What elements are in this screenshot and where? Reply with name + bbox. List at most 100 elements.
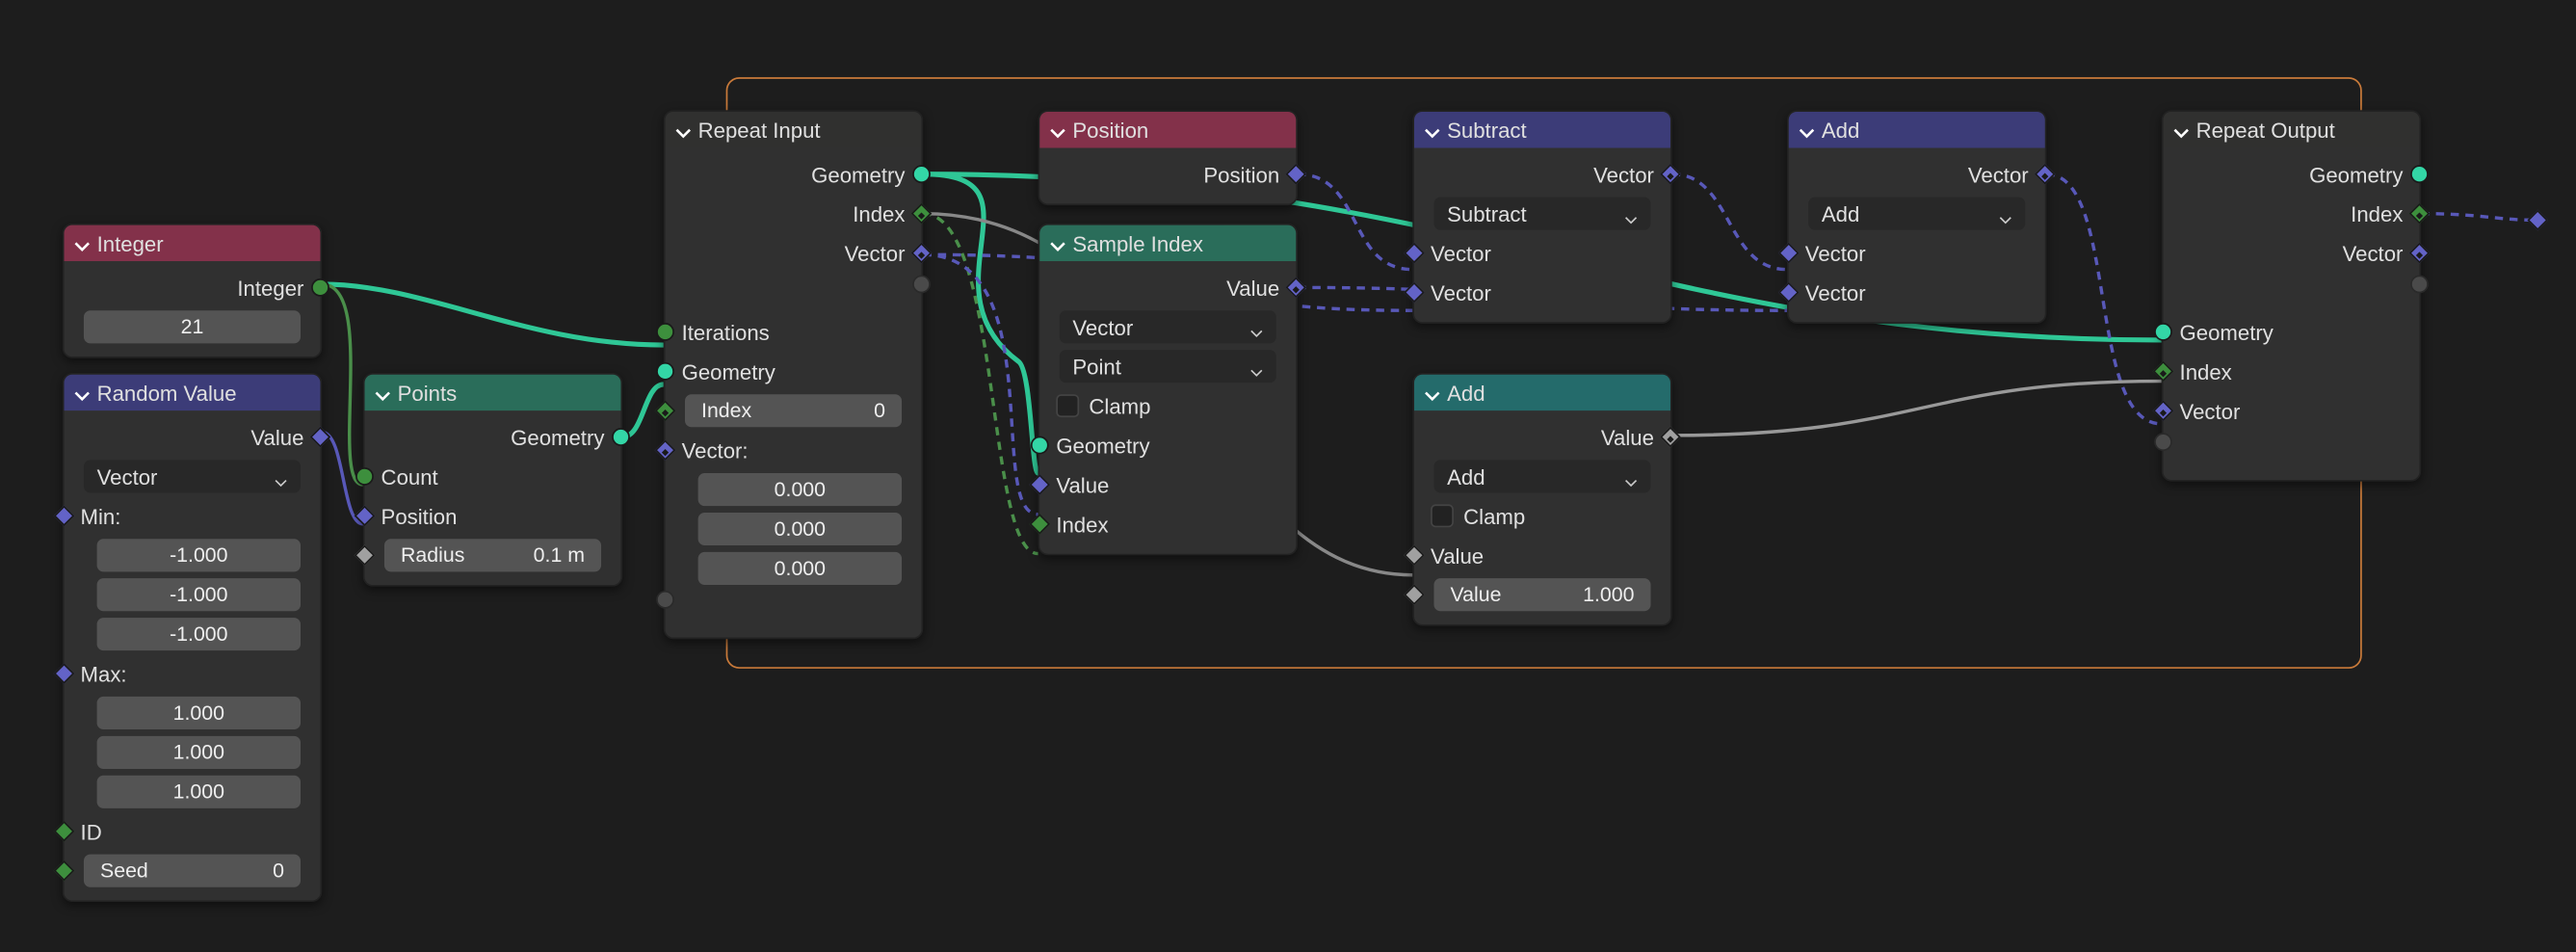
node-header[interactable]: Sample Index: [1039, 225, 1296, 262]
radius-field[interactable]: Radius 0.1 m: [384, 539, 601, 571]
output-label: Index: [853, 201, 905, 226]
operation-dropdown[interactable]: Add: [1433, 460, 1650, 492]
socket-output-index[interactable]: [2409, 203, 2431, 225]
node-random-value[interactable]: Random Value Value Vector Min: -1.000 -1…: [63, 373, 322, 902]
node-integer[interactable]: Integer Integer 21: [63, 224, 322, 358]
vec-z-field[interactable]: 0.000: [698, 552, 902, 585]
node-editor-canvas[interactable]: Integer Integer 21 Random Value Value Ve…: [0, 0, 2576, 952]
socket-input-id[interactable]: [54, 821, 75, 842]
input-label: Vector:: [682, 437, 749, 463]
radius-label: Radius: [401, 543, 464, 567]
integer-value-field[interactable]: 21: [84, 310, 301, 343]
vec-x-field[interactable]: 0.000: [698, 473, 902, 506]
clamp-checkbox[interactable]: [1056, 394, 1079, 417]
socket-output-integer[interactable]: [311, 278, 329, 297]
output-label: Integer: [237, 276, 303, 301]
output-label: Geometry: [811, 162, 905, 187]
node-header[interactable]: Add: [1414, 375, 1670, 411]
socket-input-seed[interactable]: [54, 860, 75, 882]
socket-input-iterations[interactable]: [656, 323, 674, 341]
input-label: Vector: [1431, 280, 1491, 305]
node-header[interactable]: Random Value: [64, 375, 320, 411]
node-header[interactable]: Add: [1789, 112, 2045, 148]
chevron-down-icon: [1999, 207, 2012, 221]
socket-input-radius[interactable]: [355, 544, 376, 566]
node-header[interactable]: Repeat Output: [2163, 112, 2419, 148]
index-field[interactable]: Index 0: [685, 394, 902, 427]
node-subtract[interactable]: Subtract Vector Subtract Vector Vector: [1412, 110, 1671, 324]
socket-output-geometry[interactable]: [612, 428, 630, 446]
node-add-vector[interactable]: Add Vector Add Vector Vector: [1787, 110, 2046, 324]
seed-field[interactable]: Seed 0: [84, 855, 301, 887]
operation-dropdown[interactable]: Subtract: [1433, 198, 1650, 230]
socket-input-geometry[interactable]: [2154, 323, 2172, 341]
output-label: Vector: [845, 241, 906, 266]
chevron-down-icon: [1250, 359, 1264, 373]
socket-external-vector[interactable]: [2527, 210, 2548, 231]
chevron-down-icon: [2173, 121, 2190, 138]
clamp-checkbox[interactable]: [1431, 504, 1454, 527]
node-repeat-output[interactable]: Repeat Output Geometry Index Vector Geom…: [2162, 110, 2421, 481]
output-label: Value: [1226, 276, 1279, 301]
operation-dropdown[interactable]: Add: [1808, 198, 2025, 230]
max-z-field[interactable]: 1.000: [97, 776, 301, 808]
node-header[interactable]: Position: [1039, 112, 1296, 148]
input-label: Vector: [1431, 241, 1491, 266]
node-sample-index[interactable]: Sample Index Value Vector Point Clamp Ge…: [1038, 224, 1298, 555]
node-points[interactable]: Points Geometry Count Position Radius 0.…: [363, 373, 622, 587]
min-x-field[interactable]: -1.000: [97, 539, 301, 571]
vec-y-field[interactable]: 0.000: [698, 513, 902, 545]
datatype-dropdown[interactable]: Vector: [1060, 310, 1276, 343]
input-label: Geometry: [1056, 433, 1149, 458]
socket-output-value[interactable]: [310, 427, 331, 448]
socket-output-geometry[interactable]: [912, 165, 931, 183]
domain-dropdown[interactable]: Point: [1060, 350, 1276, 383]
chevron-down-icon: [1049, 235, 1065, 251]
node-header[interactable]: Repeat Input: [666, 112, 922, 148]
socket-input-vector[interactable]: [655, 439, 676, 461]
socket-input-max[interactable]: [54, 663, 75, 684]
chevron-down-icon: [375, 384, 391, 401]
datatype-dropdown[interactable]: Vector: [84, 460, 301, 492]
socket-output-geometry[interactable]: [2410, 165, 2429, 183]
socket-input-geometry[interactable]: [1031, 436, 1049, 455]
input-label: Vector: [1805, 280, 1866, 305]
socket-output-virtual[interactable]: [912, 275, 931, 293]
node-add-math[interactable]: Add Value Add Clamp Value Value 1.000: [1412, 373, 1671, 626]
node-title: Sample Index: [1072, 231, 1203, 256]
max-y-field[interactable]: 1.000: [97, 736, 301, 769]
value-b-value: 1.000: [1583, 583, 1634, 606]
id-label: ID: [81, 819, 102, 844]
max-label: Max:: [81, 661, 127, 686]
output-label: Geometry: [511, 425, 604, 450]
socket-input-position[interactable]: [355, 506, 376, 527]
index-value: 0: [874, 399, 885, 422]
socket-output-vector[interactable]: [2409, 243, 2431, 264]
socket-input-index[interactable]: [655, 400, 676, 421]
node-repeat-input[interactable]: Repeat Input Geometry Index Vector Itera…: [664, 110, 923, 639]
node-header[interactable]: Integer: [64, 225, 320, 262]
chevron-down-icon: [1424, 384, 1440, 401]
clamp-label: Clamp: [1089, 393, 1150, 418]
node-header[interactable]: Subtract: [1414, 112, 1670, 148]
input-label: Position: [381, 504, 458, 529]
input-label: Geometry: [682, 359, 775, 384]
socket-input-virtual[interactable]: [656, 590, 674, 608]
socket-input-min[interactable]: [54, 506, 75, 527]
chevron-down-icon: [1799, 121, 1815, 138]
node-position[interactable]: Position Position: [1038, 110, 1298, 205]
socket-input-count[interactable]: [355, 467, 374, 486]
value-b-field[interactable]: Value 1.000: [1433, 578, 1650, 611]
min-y-field[interactable]: -1.000: [97, 578, 301, 611]
chevron-down-icon: [1624, 207, 1638, 221]
max-x-field[interactable]: 1.000: [97, 697, 301, 729]
socket-input-virtual[interactable]: [2154, 432, 2172, 450]
node-header[interactable]: Points: [365, 375, 621, 411]
output-label: Value: [1601, 425, 1654, 450]
socket-input-geometry[interactable]: [656, 362, 674, 381]
min-z-field[interactable]: -1.000: [97, 618, 301, 650]
input-label: Count: [381, 464, 438, 489]
dropdown-label: Add: [1447, 464, 1485, 489]
chevron-down-icon: [1424, 121, 1440, 138]
socket-output-virtual[interactable]: [2410, 275, 2429, 293]
